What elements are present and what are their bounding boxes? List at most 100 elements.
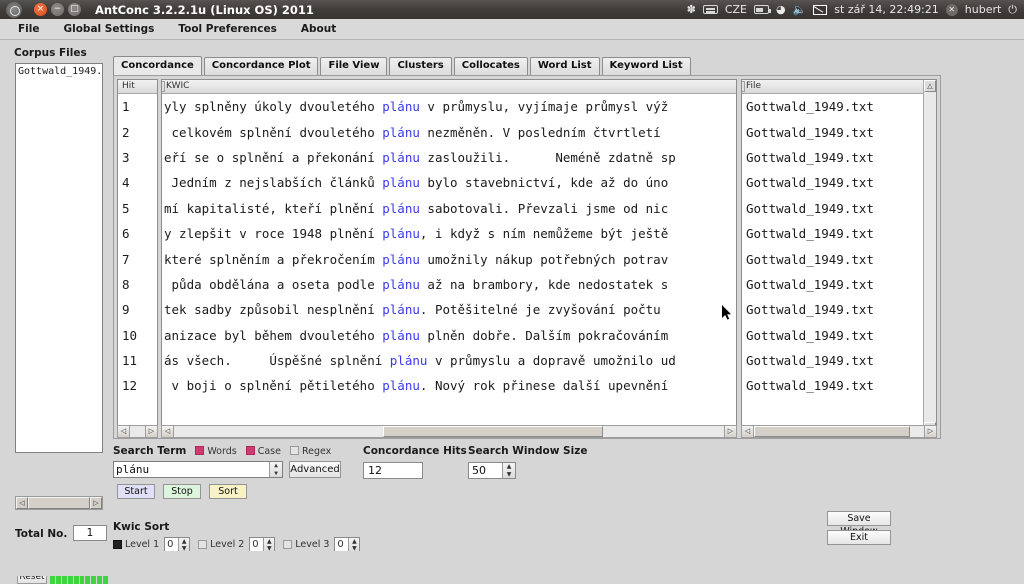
table-row[interactable]: Jedním z nejslabších článků plánu bylo s… <box>164 170 736 195</box>
scrollbar-track[interactable] <box>130 425 145 437</box>
corpus-list-hscrollbar[interactable]: ◁ ▷ <box>15 496 103 510</box>
tab-keyword-list[interactable]: Keyword List <box>601 57 691 75</box>
search-input[interactable]: plánu ▲ ▼ <box>113 461 283 478</box>
checkbox-icon[interactable] <box>113 540 122 549</box>
table-row[interactable]: yly splněny úkoly dvouletého plánu v prů… <box>164 94 736 119</box>
kwic-level-1[interactable]: Level 1 0 ▲ ▼ <box>113 537 191 552</box>
table-row[interactable]: 7 <box>118 246 157 271</box>
checkbox-icon[interactable] <box>289 445 299 455</box>
table-row[interactable]: Gottwald_1949.txt <box>746 221 936 246</box>
concordance-vscrollbar[interactable]: △ ▽ <box>923 80 936 434</box>
menu-item-file[interactable]: File <box>6 20 52 38</box>
spinner-up-icon[interactable]: ▲ <box>349 538 359 545</box>
table-row[interactable]: ás všech. Úspěšné splnění plánu v průmys… <box>164 348 736 373</box>
column-resize-grip-icon[interactable] <box>162 81 165 92</box>
table-row[interactable]: Gottwald_1949.txt <box>746 196 936 221</box>
tab-concordance-plot[interactable]: Concordance Plot <box>203 57 319 75</box>
start-button[interactable]: Start <box>117 484 155 499</box>
scroll-left-icon[interactable]: ◁ <box>742 425 754 437</box>
scroll-left-icon[interactable]: ◁ <box>162 425 174 437</box>
scroll-right-icon[interactable]: ▷ <box>90 497 102 509</box>
stop-button[interactable]: Stop <box>163 484 201 499</box>
table-row[interactable]: Gottwald_1949.txt <box>746 170 936 195</box>
file-hscrollbar[interactable]: ◁ ▷ <box>741 424 937 438</box>
table-row[interactable]: Gottwald_1949.txt <box>746 94 936 119</box>
table-row[interactable]: 6 <box>118 221 157 246</box>
spinner-up-icon[interactable]: ▲ <box>179 538 189 545</box>
table-row[interactable]: 11 <box>118 348 157 373</box>
clock-datetime[interactable]: st zář 14, 22:49:21 <box>834 4 938 15</box>
checkbox-icon[interactable] <box>198 540 208 549</box>
table-row[interactable]: půda obdělána a oseta podle plánu až na … <box>164 272 736 297</box>
level-2-value[interactable]: 0 ▲ ▼ <box>249 537 276 552</box>
scroll-left-icon[interactable]: ◁ <box>118 425 130 437</box>
column-resize-grip-icon[interactable] <box>742 81 745 92</box>
hit-column[interactable]: Hit 1 2 3 4 5 6 7 8 9 10 11 12 <box>117 79 158 435</box>
column-header-kwic[interactable]: KWIC <box>162 80 736 94</box>
search-window-spinner[interactable]: ▲ ▼ <box>502 463 515 478</box>
wifi-icon[interactable]: ◕ <box>776 4 786 15</box>
spinner-up-icon[interactable]: ▲ <box>503 463 515 471</box>
scrollbar-track[interactable] <box>754 425 924 437</box>
table-row[interactable]: Gottwald_1949.txt <box>746 246 936 271</box>
scrollbar-thumb[interactable] <box>28 497 90 509</box>
checkbox-icon[interactable] <box>283 540 293 549</box>
spinner-up-icon[interactable]: ▲ <box>264 538 274 545</box>
table-row[interactable]: Gottwald_1949.txt <box>746 297 936 322</box>
kwic-level-3[interactable]: Level 3 0 ▲ ▼ <box>283 537 361 552</box>
scrollbar-thumb[interactable] <box>383 425 603 437</box>
menu-item-global-settings[interactable]: Global Settings <box>52 20 167 38</box>
search-window-input[interactable]: 50 ▲ ▼ <box>468 462 516 479</box>
words-checkbox[interactable]: Words <box>195 445 237 457</box>
level-3-value[interactable]: 0 ▲ ▼ <box>334 537 361 552</box>
table-row[interactable]: celkovém splnění dvouletého plánu nezměn… <box>164 119 736 144</box>
close-window-button[interactable]: × <box>34 3 47 16</box>
corpus-files-list[interactable]: Gottwald_1949.tx <box>15 63 103 453</box>
table-row[interactable]: eří se o splnění a překonání plánu zaslo… <box>164 145 736 170</box>
tab-concordance[interactable]: Concordance <box>113 56 202 75</box>
keyboard-icon[interactable] <box>702 5 718 14</box>
table-row[interactable]: 1 <box>118 94 157 119</box>
table-row[interactable]: mí kapitalisté, kteří plnění plánu sabot… <box>164 196 736 221</box>
table-row[interactable]: Gottwald_1949.txt <box>746 272 936 297</box>
table-row[interactable]: Gottwald_1949.txt <box>746 145 936 170</box>
advanced-button[interactable]: Advanced <box>289 461 341 478</box>
file-column[interactable]: File Gottwald_1949.txt Gottwald_1949.txt G… <box>741 79 937 435</box>
scroll-right-icon[interactable]: ▷ <box>924 425 936 437</box>
list-item[interactable]: Gottwald_1949.tx <box>16 64 102 77</box>
table-row[interactable]: tek sadby způsobil nesplnění plánu. Potě… <box>164 297 736 322</box>
hit-hscrollbar[interactable]: ◁ ▷ <box>117 424 158 438</box>
maximize-window-button[interactable]: □ <box>68 3 81 16</box>
column-header-file[interactable]: File <box>742 80 936 94</box>
tab-collocates[interactable]: Collocates <box>453 57 528 75</box>
mail-icon[interactable] <box>813 4 828 15</box>
exit-button[interactable]: Exit <box>827 530 891 545</box>
scrollbar-thumb[interactable] <box>754 425 911 437</box>
level-2-spinner[interactable]: ▲ ▼ <box>263 538 275 552</box>
kwic-hscrollbar[interactable]: ◁ ▷ <box>161 424 737 438</box>
save-window-button[interactable]: Save Window <box>827 511 891 537</box>
power-icon[interactable]: ⏻ <box>1008 4 1017 15</box>
checkbox-icon[interactable] <box>195 445 205 455</box>
minimize-window-button[interactable]: − <box>51 3 64 16</box>
table-row[interactable]: Gottwald_1949.txt <box>746 373 936 398</box>
volume-icon[interactable]: 🔈 <box>793 4 807 15</box>
scrollbar-track[interactable] <box>174 425 724 437</box>
tab-file-view[interactable]: File View <box>320 57 388 75</box>
username-label[interactable]: hubert <box>965 4 1002 15</box>
checkbox-icon[interactable] <box>245 445 255 455</box>
menu-item-about[interactable]: About <box>289 20 348 38</box>
user-avatar-icon[interactable] <box>945 3 958 16</box>
scroll-left-icon[interactable]: ◁ <box>16 497 28 509</box>
table-row[interactable]: anizace byl během dvouletého plánu plněn… <box>164 323 736 348</box>
spinner-up-icon[interactable]: ▲ <box>270 462 282 470</box>
spinner-down-icon[interactable]: ▼ <box>270 470 282 478</box>
scroll-right-icon[interactable]: ▷ <box>145 425 157 437</box>
table-row[interactable]: 2 <box>118 119 157 144</box>
level-1-value[interactable]: 0 ▲ ▼ <box>164 537 191 552</box>
table-row[interactable]: 3 <box>118 145 157 170</box>
level-3-spinner[interactable]: ▲ ▼ <box>348 538 360 552</box>
table-row[interactable]: které splněním a překročením plánu umožn… <box>164 246 736 271</box>
column-header-hit[interactable]: Hit <box>118 80 157 94</box>
table-row[interactable]: Gottwald_1949.txt <box>746 348 936 373</box>
